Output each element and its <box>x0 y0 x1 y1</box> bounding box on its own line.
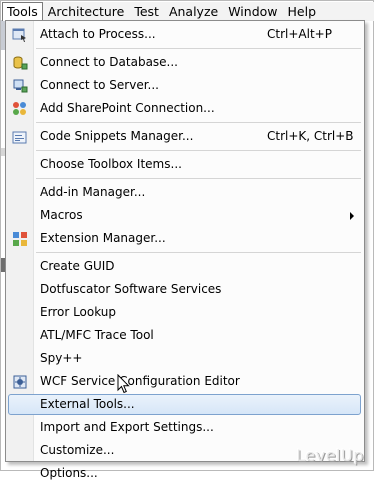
menu-test[interactable]: Test <box>129 2 164 21</box>
menu-item-label: Code Snippets Manager... <box>40 129 194 143</box>
tools-dropdown-menu: Attach to Process... Ctrl+Alt+P Connect … <box>5 20 365 480</box>
menu-item-macros[interactable]: Macros <box>6 204 364 227</box>
menu-item-label: Connect to Server... <box>40 78 159 92</box>
sharepoint-icon <box>12 101 28 117</box>
menu-architecture[interactable]: Architecture <box>43 2 130 21</box>
menu-window[interactable]: Window <box>223 2 282 21</box>
mouse-pointer-icon <box>117 373 131 397</box>
menu-item-wcf-config-editor[interactable]: WCF Service Configuration Editor <box>6 370 364 393</box>
menu-tools[interactable]: Tools <box>2 2 43 21</box>
menu-help[interactable]: Help <box>283 2 322 21</box>
menu-item-connect-to-server[interactable]: Connect to Server... <box>6 74 364 97</box>
menu-item-error-lookup[interactable]: Error Lookup <box>6 301 364 324</box>
menu-item-connect-to-database[interactable]: Connect to Database... <box>6 51 364 74</box>
menu-item-shortcut: Ctrl+K, Ctrl+B <box>267 129 354 143</box>
submenu-arrow-icon <box>350 212 354 220</box>
menu-analyze[interactable]: Analyze <box>164 2 223 21</box>
menu-item-import-export-settings[interactable]: Import and Export Settings... <box>6 416 364 439</box>
menu-item-label: Error Lookup <box>40 305 117 319</box>
menu-item-label: Import and Export Settings... <box>40 420 214 434</box>
menu-bar: Tools Architecture Test Analyze Window H… <box>2 2 374 21</box>
menu-item-shortcut: Ctrl+Alt+P <box>267 27 332 41</box>
menu-item-label: ATL/MFC Trace Tool <box>40 328 154 342</box>
levelup-watermark: LevelUp <box>296 446 364 465</box>
menu-item-options[interactable]: Options... <box>6 462 364 485</box>
menu-item-label: Attach to Process... <box>40 27 156 41</box>
menu-item-label: Dotfuscator Software Services <box>40 282 222 296</box>
extension-manager-icon <box>12 231 28 247</box>
menu-item-extension-manager[interactable]: Extension Manager... <box>6 227 364 250</box>
menu-item-label: Add SharePoint Connection... <box>40 101 215 115</box>
menu-item-label: Connect to Database... <box>40 55 178 69</box>
connect-database-icon <box>12 55 28 71</box>
menu-item-label: Choose Toolbox Items... <box>40 157 182 171</box>
code-snippets-icon <box>12 129 28 145</box>
menu-item-external-tools[interactable]: External Tools... <box>6 393 364 416</box>
menu-item-spy[interactable]: Spy++ <box>6 347 364 370</box>
menu-item-code-snippets-manager[interactable]: Code Snippets Manager... Ctrl+K, Ctrl+B <box>6 125 364 148</box>
menu-item-label: WCF Service Configuration Editor <box>40 374 240 388</box>
menu-item-attach-to-process[interactable]: Attach to Process... Ctrl+Alt+P <box>6 23 364 46</box>
menu-item-label: Create GUID <box>40 259 115 273</box>
connect-server-icon <box>12 78 28 94</box>
menu-item-atl-mfc-trace-tool[interactable]: ATL/MFC Trace Tool <box>6 324 364 347</box>
menu-item-choose-toolbox-items[interactable]: Choose Toolbox Items... <box>6 153 364 176</box>
menu-item-label: Macros <box>40 208 83 222</box>
attach-process-icon <box>12 27 28 43</box>
wcf-config-icon <box>12 374 28 390</box>
menu-item-create-guid[interactable]: Create GUID <box>6 255 364 278</box>
menu-item-dotfuscator[interactable]: Dotfuscator Software Services <box>6 278 364 301</box>
menu-item-label: Spy++ <box>40 351 83 365</box>
menu-item-label: Extension Manager... <box>40 231 166 245</box>
menu-item-label: Customize... <box>40 443 115 457</box>
menu-item-add-sharepoint-connection[interactable]: Add SharePoint Connection... <box>6 97 364 120</box>
menu-item-add-in-manager[interactable]: Add-in Manager... <box>6 181 364 204</box>
menu-item-label: Options... <box>40 466 98 480</box>
menu-item-label: Add-in Manager... <box>40 185 146 199</box>
